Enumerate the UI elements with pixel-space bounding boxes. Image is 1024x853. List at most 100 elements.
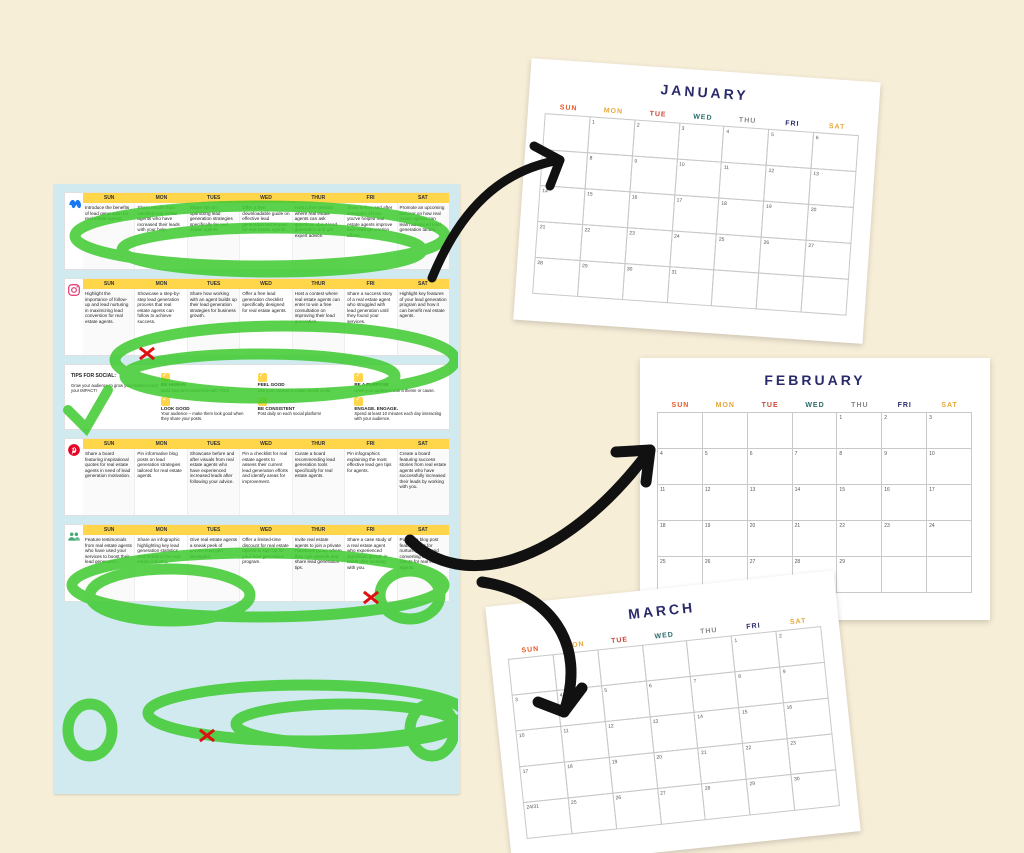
calendar-cell: 6	[747, 448, 793, 485]
calendar-cell: 2	[881, 412, 927, 449]
weekday-label: THU	[837, 398, 882, 413]
day-header: SAT	[397, 193, 449, 203]
calendar-cell: 6	[645, 676, 694, 718]
content-cell: Share how working with an agent builds u…	[187, 289, 239, 355]
calendar-cell: 27	[657, 783, 706, 825]
calendar-cell: 21	[535, 221, 583, 261]
calendar-cell: 12	[702, 484, 748, 521]
calendar-cell: 31	[666, 266, 714, 306]
content-cell: Share a success story of a real estate a…	[344, 289, 396, 355]
day-header: SUN	[83, 279, 135, 289]
content-cell: Showcase before and after visuals from r…	[187, 449, 239, 515]
day-content-row: Share a board featuring inspirational qu…	[83, 449, 449, 515]
day-header: MON	[135, 439, 187, 449]
day-header: WED	[240, 525, 292, 535]
calendar-cell	[542, 113, 590, 153]
calendar-cell: 6	[811, 132, 859, 172]
weekday-label: SAT	[927, 398, 972, 413]
calendar-cell: 11	[657, 484, 703, 521]
day-header-row: SUNMONTUESWEDTHURFRISAT	[83, 439, 449, 449]
tips-sub: Grow your audience to grow your business…	[71, 383, 161, 393]
groups-icon	[65, 525, 83, 601]
calendar-cell	[657, 412, 703, 449]
calendar-cell: 23	[881, 520, 927, 557]
content-cell: Feature testimonials from real estate ag…	[83, 535, 134, 601]
calendar-march: MARCHSUNMONTUEWEDTHUFRISAT12345678910111…	[485, 570, 860, 853]
calendar-cell: 7	[792, 448, 838, 485]
calendar-cell	[597, 645, 646, 687]
calendar-cell: 14	[537, 185, 585, 225]
calendar-cell: 12	[605, 716, 654, 758]
social-planning-sheet: SUNMONTUESWEDTHURFRISATIntroduce the ben…	[54, 184, 460, 794]
calendar-cell: 21	[698, 743, 747, 785]
calendar-cell: 11	[560, 721, 609, 763]
calendar-cell	[801, 276, 849, 316]
check-icon	[258, 397, 267, 406]
calendar-cell: 23	[624, 227, 672, 267]
content-cell: Share an infographic highlighting key le…	[134, 535, 186, 601]
calendar-cell: 12	[763, 165, 811, 205]
calendar-cell: 19	[761, 201, 809, 241]
calendar-cell: 3	[512, 690, 561, 732]
calendar-cell: 16	[627, 191, 675, 231]
calendar-grid: 123456789101112131415161718192021222324/…	[509, 627, 840, 839]
content-cell: Pin a checklist for real estate agents t…	[239, 449, 291, 515]
calendar-cell: 5	[766, 129, 814, 169]
weekday-label: TUE	[748, 398, 793, 413]
calendar-cell: 24	[926, 520, 972, 557]
calendar-cell: 29	[836, 556, 882, 593]
calendar-cell	[642, 640, 691, 682]
content-cell: Invite real estate agents to join a priv…	[292, 535, 344, 601]
tip-item: BE A PURPOSEUnite your audience with a t…	[354, 373, 443, 393]
content-cell: Show before and after examples of how yo…	[344, 203, 396, 269]
day-header: WED	[240, 193, 292, 203]
calendar-cell: 7	[690, 671, 739, 713]
calendar-cell: 4	[657, 448, 703, 485]
content-cell: Offer a free downloadable guide on effec…	[239, 203, 291, 269]
calendar-cell: 26	[612, 788, 661, 830]
calendar-cell: 4	[721, 126, 769, 166]
day-content-row: Highlight the importance of follow-up an…	[83, 289, 449, 355]
calendar-cell: 24	[669, 230, 717, 270]
calendar-cell: 1	[587, 116, 635, 156]
calendar-cell: 27	[803, 240, 851, 280]
calendar-cell: 15	[836, 484, 882, 521]
tips-panel: TIPS FOR SOCIAL:Grow your audience to gr…	[64, 364, 450, 430]
calendar-cell: 30	[622, 263, 670, 303]
calendar-cell	[702, 412, 748, 449]
tip-item: LOOK GOODYour audience – make them look …	[161, 397, 250, 422]
check-icon	[161, 397, 170, 406]
tip-item: FEEL GOODUse your content to make people…	[258, 373, 347, 393]
calendar-cell: 14	[694, 707, 743, 749]
calendar-cell: 25	[567, 793, 616, 835]
calendar-cell	[926, 556, 972, 593]
content-cell: Highlight key features of your lead gene…	[397, 289, 449, 355]
calendar-january: JANUARYSUNMONTUEWEDTHUFRISAT123456789101…	[513, 58, 880, 344]
day-header: SUN	[83, 525, 135, 535]
calendar-title: FEBRUARY	[658, 372, 972, 388]
platform-block-instagram: SUNMONTUESWEDTHURFRISATHighlight the imp…	[64, 278, 450, 356]
calendar-cell: 2	[632, 119, 680, 159]
calendar-cell: 8	[836, 448, 882, 485]
day-header: SUN	[83, 439, 135, 449]
day-header: THUR	[292, 193, 344, 203]
day-header: THUR	[292, 439, 344, 449]
calendar-cell: 25	[714, 233, 762, 273]
content-cell: Create a board featuring success stories…	[397, 449, 449, 515]
calendar-cell: 10	[926, 448, 972, 485]
calendar-cell: 14	[792, 484, 838, 521]
calendar-cell: 22	[579, 224, 627, 264]
pinterest-icon	[65, 439, 83, 515]
calendar-cell: 21	[792, 520, 838, 557]
calendar-cell: 18	[716, 198, 764, 238]
calendar-cell	[686, 635, 735, 677]
tip-item: BE CONSISTENTPost daily on each social p…	[258, 397, 347, 422]
calendar-grid: 1234567891011121314151617181920212223242…	[533, 114, 859, 315]
day-header: SUN	[83, 193, 135, 203]
calendar-cell: 1	[731, 631, 780, 673]
platform-block-meta: SUNMONTUESWEDTHURFRISATIntroduce the ben…	[64, 192, 450, 270]
calendar-cell: 24/31	[523, 797, 572, 839]
calendar-cell: 17	[671, 194, 719, 234]
calendar-cell	[552, 649, 601, 691]
calendar-cell: 18	[564, 757, 613, 799]
